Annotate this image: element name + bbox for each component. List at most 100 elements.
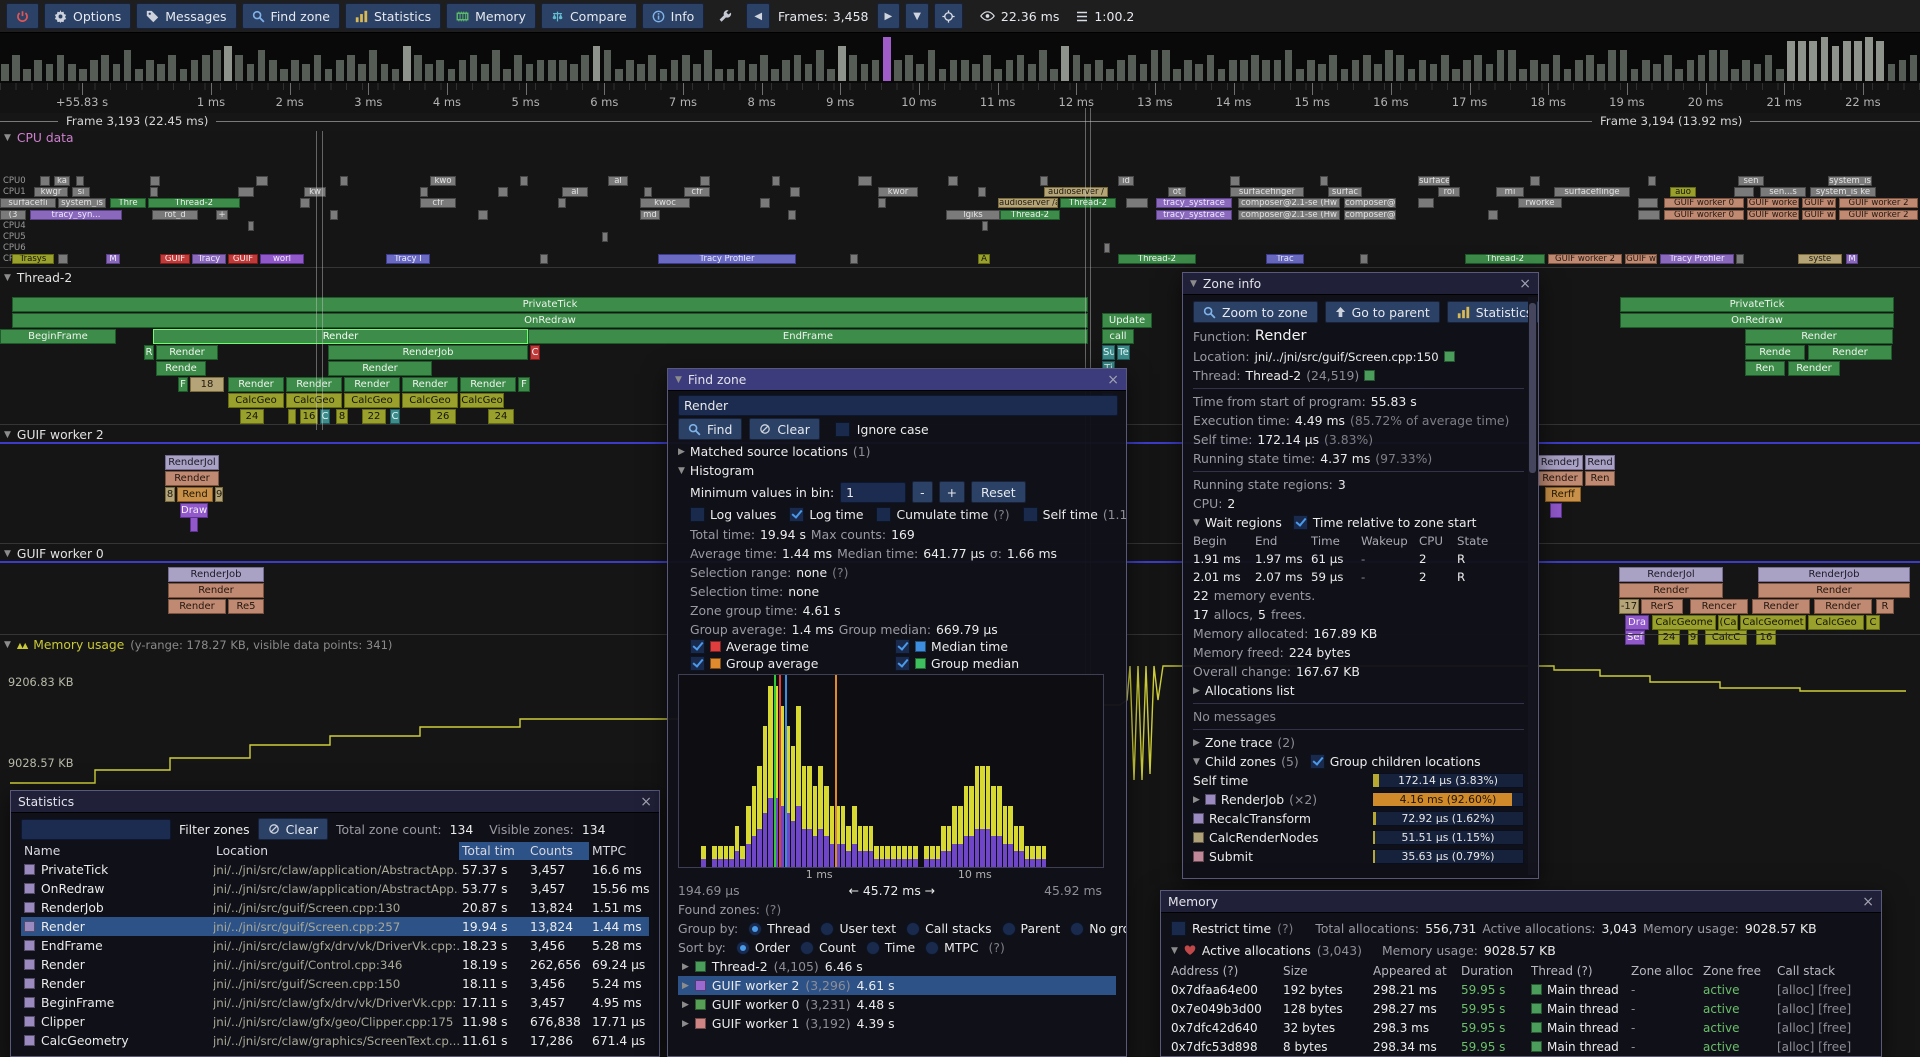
zone-segment[interactable]: tracy_systrace [1156, 198, 1232, 208]
zone-segment[interactable] [1734, 187, 1754, 197]
collapse-icon[interactable]: ▼ [1193, 757, 1200, 767]
thread-header[interactable]: ▼GUIF worker 0 [4, 547, 104, 561]
zone-segment[interactable]: kwgr [34, 187, 68, 197]
zone-segment[interactable]: composer@2.1-se (Hw [1238, 210, 1340, 220]
zone-segment[interactable] [540, 254, 548, 264]
zone-segment[interactable]: GUIF [228, 254, 258, 264]
table-row[interactable]: RenderJobjni/../jni/src/guif/Screen.cpp:… [21, 898, 649, 917]
zone-group-row[interactable]: ▶Thread-2(4,105)6.46 s [678, 957, 1116, 976]
zone-segment[interactable]: kwoc [640, 198, 690, 208]
statistics-titlebar[interactable]: Statistics × [11, 791, 659, 813]
zone-segment[interactable] [1530, 176, 1540, 186]
zone-segment[interactable] [1230, 176, 1240, 186]
hint-icon[interactable]: (?) [1277, 921, 1293, 936]
zone-segment[interactable]: ka [54, 176, 70, 186]
call-stack-cell[interactable]: [alloc] [free] [1777, 1021, 1871, 1035]
zone-segment[interactable] [982, 221, 988, 231]
close-icon[interactable]: × [640, 794, 652, 810]
radio-circle[interactable] [748, 922, 762, 936]
zone-segment[interactable]: Thread-2 [1118, 254, 1196, 264]
zone-segment[interactable] [644, 187, 652, 197]
wait-table-row[interactable]: 2.01 ms2.07 ms59 µs-2R [1193, 568, 1524, 586]
histogram-canvas[interactable] [678, 674, 1104, 868]
zone-segment[interactable] [948, 176, 958, 186]
radio-order[interactable]: Order [736, 940, 790, 955]
zone-segment[interactable]: Rencer [1690, 599, 1748, 614]
find-zone-titlebar[interactable]: ▼ Find zone × [668, 369, 1126, 391]
zone-segment[interactable]: 8 [336, 409, 348, 424]
zone-segment[interactable]: RenderJob [168, 567, 264, 582]
zone-segment[interactable]: Rende [156, 361, 206, 376]
zone-info-titlebar[interactable]: ▼ Zone info × [1183, 273, 1538, 295]
zone-segment[interactable]: EndFrame [528, 329, 1088, 344]
column-header-location[interactable]: Location [213, 844, 459, 858]
expander-icon[interactable]: ▶ [1193, 795, 1200, 805]
zone-segment[interactable]: call [1102, 329, 1134, 344]
zone-segment[interactable]: audioserver /aud [998, 198, 1058, 208]
zone-segment[interactable]: Thread-2 [148, 198, 240, 208]
collapse-icon[interactable]: ▼ [4, 430, 11, 440]
toolbar-button-power[interactable] [6, 3, 39, 29]
toolbar-button-options[interactable]: Options [44, 3, 131, 29]
zone-segment[interactable]: Render [328, 361, 432, 376]
zone-segment[interactable] [1418, 198, 1434, 208]
zone-segment[interactable] [330, 210, 338, 220]
checkbox-self-time[interactable]: Self time(1.16%) [1023, 507, 1127, 522]
checkbox-cumulate-time[interactable]: Cumulate time(?) [876, 507, 1009, 522]
call-stack-cell[interactable]: [alloc] [free] [1777, 1040, 1871, 1054]
zone-segment[interactable]: Draw [180, 503, 208, 518]
zone-segment[interactable]: Render [165, 471, 219, 486]
zone-segment[interactable]: mi [1496, 187, 1524, 197]
zone-segment[interactable]: Thread-2 [1465, 254, 1545, 264]
zone-trace-section[interactable]: ▶ Zone trace (2) [1193, 733, 1524, 752]
zone-segment[interactable] [76, 176, 84, 186]
find-button[interactable]: Find [678, 418, 742, 440]
zone-segment[interactable] [772, 176, 780, 186]
zone-segment[interactable]: syste [1798, 254, 1842, 264]
matched-source-locations[interactable]: ▶ Matched source locations (1) [678, 442, 1116, 461]
radio-circle[interactable] [866, 941, 880, 955]
zone-segment[interactable]: A [978, 254, 990, 264]
expander-icon[interactable]: ▶ [1193, 738, 1200, 748]
collapse-icon[interactable]: ▼ [1171, 946, 1178, 956]
zone-segment[interactable]: al [608, 176, 628, 186]
zone-segment[interactable] [150, 187, 158, 197]
scrollbar[interactable] [1528, 297, 1537, 875]
zone-segment[interactable]: 18 [190, 377, 224, 392]
zone-segment[interactable] [300, 198, 310, 208]
zone-segment[interactable] [1126, 198, 1148, 208]
zone-segment[interactable]: GUIF w [1625, 254, 1657, 264]
radio-circle[interactable] [820, 922, 834, 936]
zone-segment[interactable]: al [562, 187, 588, 197]
collapse-icon[interactable]: ▼ [675, 375, 682, 385]
prev-frame-button[interactable]: ◀ [746, 3, 770, 29]
table-row[interactable]: Clipperjni/../jni/src/claw/gfx/geo/Clipp… [21, 1012, 649, 1031]
table-row[interactable]: Renderjni/../jni/src/guif/Screen.cpp:150… [21, 974, 649, 993]
zone-segment[interactable]: tracy_systrace [1156, 210, 1232, 220]
zone-segment[interactable] [478, 210, 488, 220]
go-to-parent-button[interactable]: Go to parent [1325, 301, 1440, 323]
checkbox-box[interactable] [690, 507, 705, 522]
zone-segment[interactable] [520, 176, 528, 186]
zone-segment[interactable] [1320, 176, 1328, 186]
collapse-icon[interactable]: ▼ [4, 273, 11, 283]
zone-segment[interactable] [248, 221, 254, 231]
zone-segment[interactable]: Render [1537, 471, 1583, 486]
zone-segment[interactable]: RenderJ [1537, 455, 1583, 470]
zone-segment[interactable]: audioserver / [1044, 187, 1108, 197]
zone-segment[interactable]: worl [260, 254, 304, 264]
wrench-icon[interactable] [718, 9, 732, 23]
zone-segment[interactable]: Render [1619, 583, 1723, 598]
address-cell[interactable]: 0x7dfaa64e00 [1171, 983, 1283, 997]
expander-icon[interactable]: ▶ [678, 447, 685, 457]
zone-segment[interactable] [58, 254, 68, 264]
zone-segment[interactable]: GUIF [160, 254, 190, 264]
table-row[interactable]: OnRedrawjni/../jni/src/claw/application/… [21, 879, 649, 898]
zone-segment[interactable]: kwo [430, 176, 456, 186]
collapse-icon[interactable]: ▼ [1190, 279, 1197, 289]
zone-segment[interactable]: Dra [1625, 615, 1649, 630]
column-header[interactable]: Zone alloc [1631, 964, 1703, 978]
zone-segment[interactable]: auo [1670, 187, 1696, 197]
zone-segment[interactable]: kwor [878, 187, 918, 197]
radio-circle[interactable] [925, 941, 939, 955]
